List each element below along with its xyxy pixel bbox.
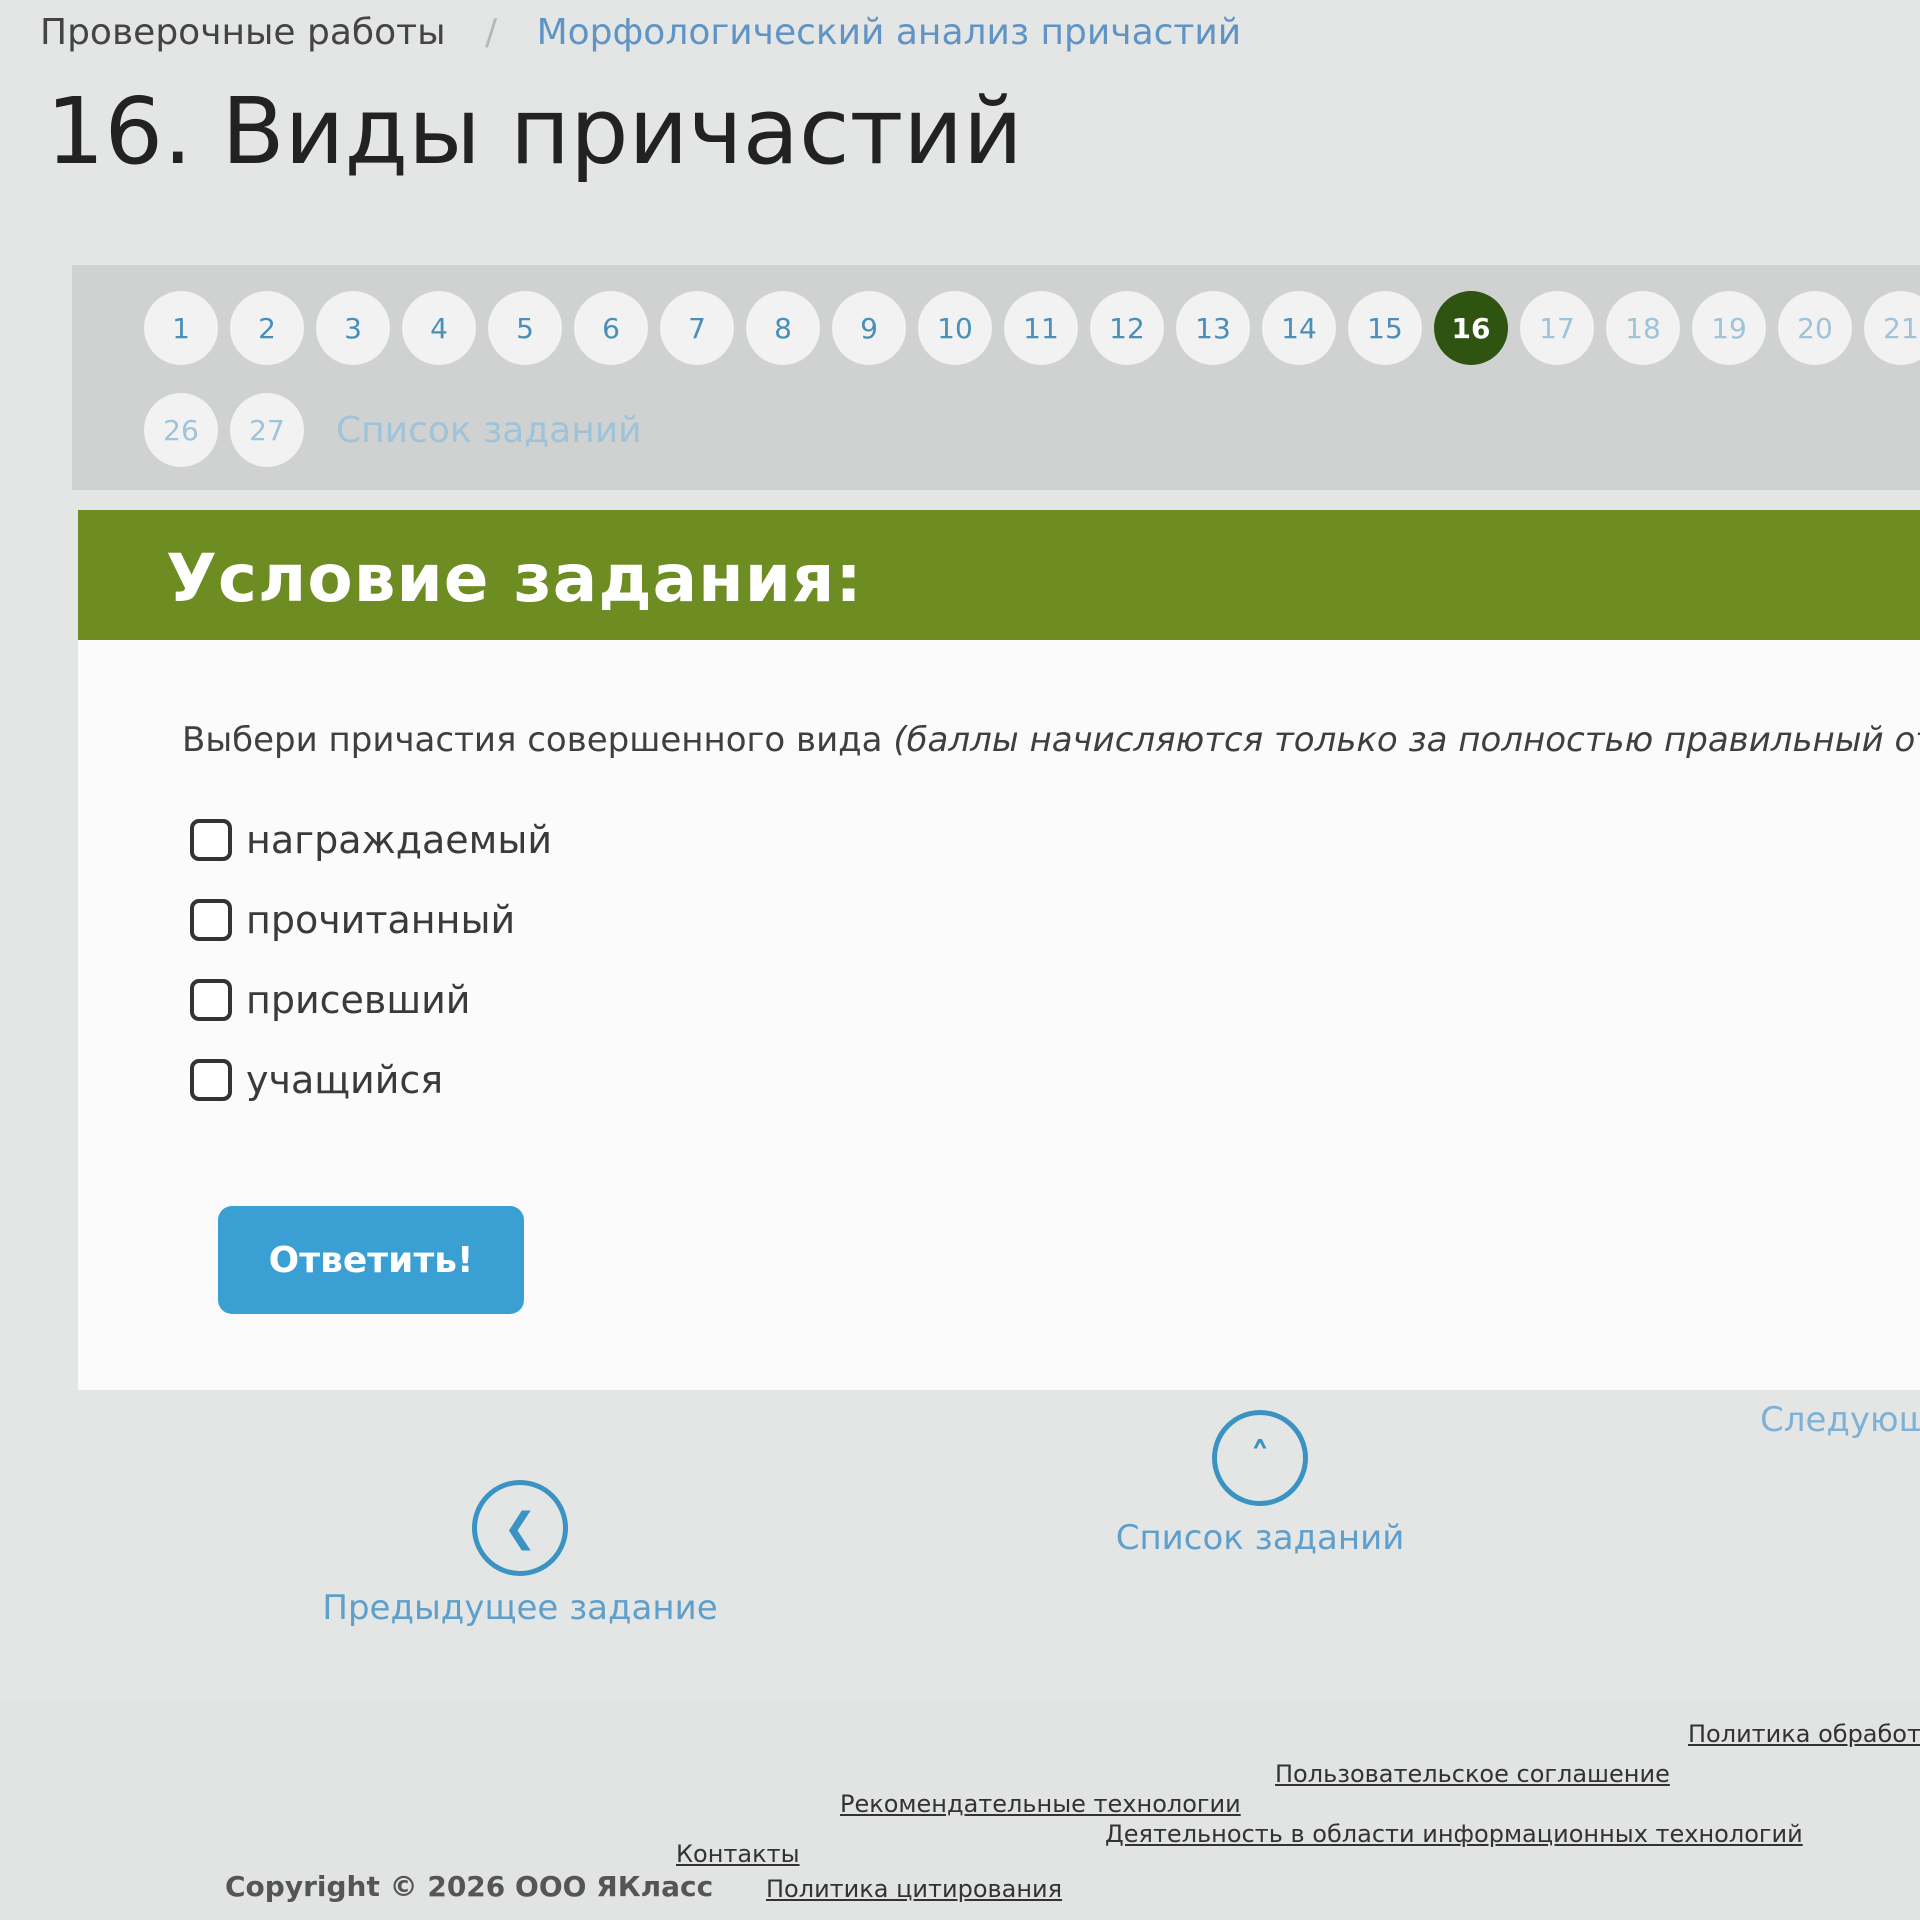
answer-option[interactable]: присевший [190, 960, 552, 1040]
chevron-left-icon[interactable]: ❮ [472, 1480, 568, 1576]
task-list-link[interactable]: Список заданий [336, 410, 642, 451]
task-number-21[interactable]: 21 [1864, 291, 1920, 365]
footer: Copyright © 2026 ООО ЯКласс Контакты Рек… [0, 1700, 1920, 1920]
task-number-9[interactable]: 9 [832, 291, 906, 365]
checkbox[interactable] [190, 979, 232, 1021]
task-number-5[interactable]: 5 [488, 291, 562, 365]
task-number-18[interactable]: 18 [1606, 291, 1680, 365]
task-navigation: 1 2 3 4 5 6 7 8 9 10 11 12 13 14 15 16 1… [72, 265, 1920, 490]
checkbox[interactable] [190, 819, 232, 861]
next-task-label: Следующ [1760, 1400, 1920, 1440]
option-label: прочитанный [246, 898, 516, 942]
answer-option[interactable]: награждаемый [190, 800, 552, 880]
next-task-link[interactable]: Следующ [1760, 1400, 1920, 1440]
option-label: награждаемый [246, 818, 553, 862]
task-number-26[interactable]: 26 [144, 393, 218, 467]
task-number-6[interactable]: 6 [574, 291, 648, 365]
task-list-label: Список заданий [1115, 1518, 1405, 1558]
footer-link-citation[interactable]: Политика цитирования [766, 1875, 1062, 1903]
answer-options: награждаемый прочитанный присевший учащи… [190, 800, 552, 1120]
question-main: Выбери причастия совершенного вида [182, 720, 894, 760]
task-number-row-2: 26 27 Список заданий [144, 393, 642, 467]
footer-link-recommend[interactable]: Рекомендательные технологии [840, 1790, 1241, 1818]
breadcrumb-root-link[interactable]: Проверочные работы [40, 12, 446, 53]
answer-option[interactable]: прочитанный [190, 880, 552, 960]
checkbox[interactable] [190, 899, 232, 941]
answer-option[interactable]: учащийся [190, 1040, 552, 1120]
breadcrumb-current-link[interactable]: Морфологический анализ причастий [537, 12, 1242, 53]
copyright: Copyright © 2026 ООО ЯКласс [225, 1870, 714, 1903]
bottom-navigation: ❮ Предыдущее задание ˄ Список заданий Сл… [0, 1400, 1920, 1660]
task-number-row-1: 1 2 3 4 5 6 7 8 9 10 11 12 13 14 15 16 1… [144, 291, 1920, 365]
task-number-1[interactable]: 1 [144, 291, 218, 365]
chevron-up-icon[interactable]: ˄ [1212, 1410, 1308, 1506]
task-number-19[interactable]: 19 [1692, 291, 1766, 365]
task-card: Условие задания: Выбери причастия соверш… [78, 510, 1920, 1390]
task-number-13[interactable]: 13 [1176, 291, 1250, 365]
option-label: учащийся [246, 1058, 444, 1102]
task-number-4[interactable]: 4 [402, 291, 476, 365]
question-text: Выбери причастия совершенного вида (балл… [182, 720, 1920, 760]
task-number-11[interactable]: 11 [1004, 291, 1078, 365]
breadcrumb-separator: / [485, 12, 498, 53]
task-number-10[interactable]: 10 [918, 291, 992, 365]
footer-link-processing[interactable]: Политика обработки [1688, 1720, 1920, 1748]
task-number-14[interactable]: 14 [1262, 291, 1336, 365]
task-number-27[interactable]: 27 [230, 393, 304, 467]
task-list-nav-link[interactable]: ˄ Список заданий [1100, 1410, 1420, 1558]
task-number-16-active[interactable]: 16 [1434, 291, 1508, 365]
footer-link-contacts[interactable]: Контакты [676, 1840, 800, 1868]
task-number-17[interactable]: 17 [1520, 291, 1594, 365]
task-number-8[interactable]: 8 [746, 291, 820, 365]
breadcrumb: Проверочные работы / Морфологический ана… [40, 12, 1241, 53]
page-title: 16. Виды причастий [46, 78, 1023, 185]
checkbox[interactable] [190, 1059, 232, 1101]
task-number-12[interactable]: 12 [1090, 291, 1164, 365]
footer-link-agreement[interactable]: Пользовательское соглашение [1275, 1760, 1670, 1788]
task-card-header: Условие задания: [78, 510, 1920, 640]
footer-link-it-activity[interactable]: Деятельность в области информационных те… [1105, 1820, 1803, 1848]
submit-answer-button[interactable]: Ответить! [218, 1206, 524, 1314]
option-label: присевший [246, 978, 471, 1022]
previous-task-label: Предыдущее задание [322, 1588, 718, 1628]
task-number-20[interactable]: 20 [1778, 291, 1852, 365]
task-condition-title: Условие задания: [166, 540, 863, 617]
question-note: (баллы начисляются только за полностью п… [893, 720, 1920, 760]
task-number-7[interactable]: 7 [660, 291, 734, 365]
previous-task-link[interactable]: ❮ Предыдущее задание [310, 1480, 730, 1628]
task-number-15[interactable]: 15 [1348, 291, 1422, 365]
task-number-3[interactable]: 3 [316, 291, 390, 365]
task-number-2[interactable]: 2 [230, 291, 304, 365]
